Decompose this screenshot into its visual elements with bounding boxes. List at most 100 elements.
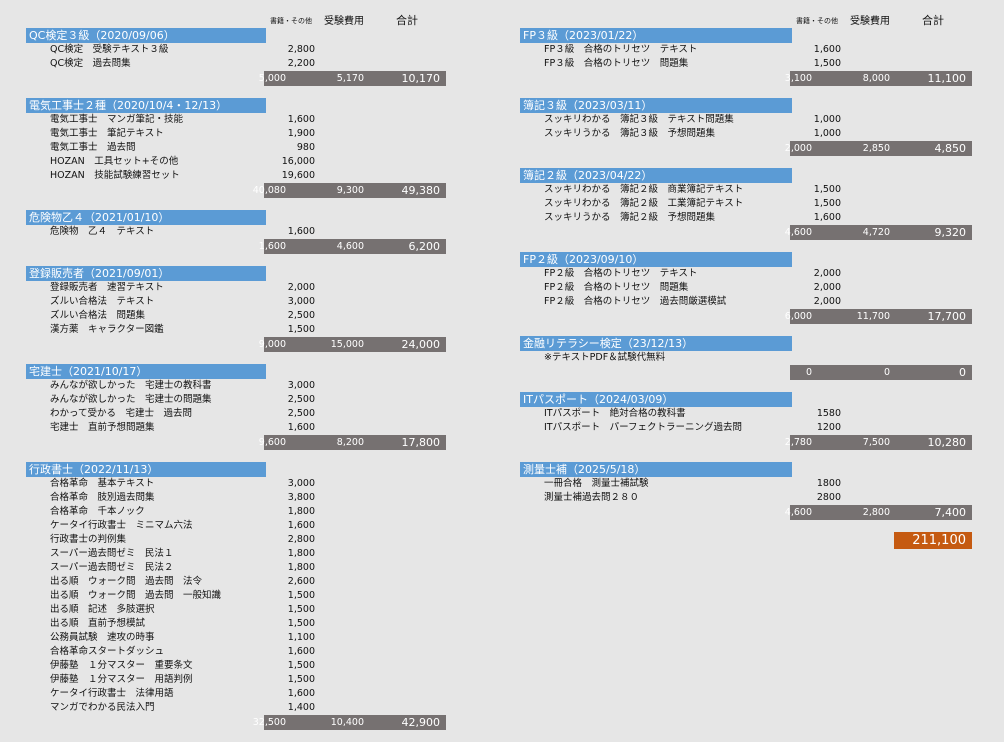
item-row: スーパー過去問ゼミ 民法２ 1,800: [26, 561, 446, 575]
exam-section: FP２級（2023/09/10） FP２級 合格のトリセツ テキスト 2,000 FP…: [520, 252, 972, 324]
exam-section: FP３級（2023/01/22） FP３級 合格のトリセツ テキスト 1,600 FP…: [520, 28, 972, 86]
section-title: 電気工事士２種（2020/10/4・12/13）: [26, 98, 266, 113]
item-name: 宅建士 直前予想問題集: [50, 422, 155, 433]
exam-section: 行政書士（2022/11/13） 合格革命 基本テキスト 3,000 合格革命 肢別過…: [26, 462, 446, 730]
item-row: 漢方薬 キャラクター図鑑 1,500: [26, 323, 446, 337]
item-row: 電気工事士 過去問 980: [26, 141, 446, 155]
item-name: スッキリわかる 簿記３級 テキスト問題集: [544, 114, 734, 125]
item-price: 1,500: [287, 324, 315, 335]
subtotal-fee: 0: [883, 367, 890, 378]
item-row: 合格革命スタートダッシュ 1,600: [26, 645, 446, 659]
item-name: スッキリわかる 簿記２級 商業簿記テキスト: [544, 184, 744, 195]
subtotal-books: 4,600: [784, 227, 812, 238]
subtotal-fee: 2,800: [862, 507, 890, 518]
exam-section: 測量士補（2025/5/18） 一冊合格 測量士補試験 1800 測量士補過去問２８０…: [520, 462, 972, 520]
subtotal-books: 6,000: [784, 311, 812, 322]
subtotal-total: 10,170: [401, 72, 441, 85]
item-row: 電気工事士 筆記テキスト 1,900: [26, 127, 446, 141]
exam-section: 電気工事士２種（2020/10/4・12/13） 電気工事士 マンガ筆記・技能 1,…: [26, 98, 446, 198]
item-name: 出る順 ウォーク問 過去問 法令: [50, 576, 203, 587]
item-row: ケータイ行政書士 ミニマム六法 1,600: [26, 519, 446, 533]
item-price: 1,500: [813, 58, 841, 69]
item-row: 公務員試験 速攻の時事 1,100: [26, 631, 446, 645]
subtotal-books: 5,000: [258, 73, 286, 84]
item-row: HOZAN 工具セット+その他 16,000: [26, 155, 446, 169]
item-name: 合格革命 肢別過去問集: [50, 492, 155, 503]
item-row: 伊藤塾 １分マスター 重要条文 1,500: [26, 659, 446, 673]
item-row: FP２級 合格のトリセツ 過去問厳選模試 2,000: [520, 295, 972, 309]
item-name: 伊藤塾 １分マスター 重要条文: [50, 660, 193, 671]
item-price: 1,600: [287, 422, 315, 433]
subtotal-row: 4,600 4,720 9,320: [520, 225, 972, 240]
item-price: 1,400: [287, 702, 315, 713]
subtotal-total: 6,200: [408, 240, 441, 253]
item-price: 1800: [816, 478, 841, 489]
item-price: 1,000: [813, 114, 841, 125]
section-title: 登録販売者（2021/09/01）: [26, 266, 266, 281]
item-price: 2,000: [813, 296, 841, 307]
item-row: 出る順 ウォーク問 過去問 法令 2,600: [26, 575, 446, 589]
item-price: 1,600: [813, 44, 841, 55]
item-price: 980: [296, 142, 315, 153]
column-header: 書籍・その他 受験費用 合計: [26, 0, 446, 28]
subtotal-books: 1,600: [258, 241, 286, 252]
exam-section: 簿記３級（2023/03/11） スッキリわかる 簿記３級 テキスト問題集 1,00…: [520, 98, 972, 156]
exam-section: ITパスポート（2024/03/09） ITパスポート 絶対合格の教科書 1580 I…: [520, 392, 972, 450]
item-price: 1,600: [813, 212, 841, 223]
item-row: 出る順 ウォーク問 過去問 一般知識 1,500: [26, 589, 446, 603]
section-title: 金融リテラシー検定（23/12/13）: [520, 336, 792, 351]
item-row: ケータイ行政書士 法律用語 1,600: [26, 687, 446, 701]
section-title: FP２級（2023/09/10）: [520, 252, 792, 267]
fee-header: 受験費用: [324, 16, 364, 27]
item-row: 危険物 乙４ テキスト 1,600: [26, 225, 446, 239]
item-row: スーパー過去問ゼミ 民法１ 1,800: [26, 547, 446, 561]
subtotal-row: 32,500 10,400 42,900: [26, 715, 446, 730]
fee-header: 受験費用: [850, 16, 890, 27]
subtotal-fee: 5,170: [336, 73, 364, 84]
item-row: HOZAN 技能試験練習セット 19,600: [26, 169, 446, 183]
item-row: QC検定 過去問集 2,200: [26, 57, 446, 71]
subtotal-total: 7,400: [934, 506, 967, 519]
section-title: 行政書士（2022/11/13）: [26, 462, 266, 477]
subtotal-fee: 4,600: [336, 241, 364, 252]
subtotal-total: 0: [959, 366, 966, 379]
item-price: 1,600: [287, 520, 315, 531]
item-price: 1,500: [813, 198, 841, 209]
subtotal-row: 6,000 11,700 17,700: [520, 309, 972, 324]
item-row: FP２級 合格のトリセツ テキスト 2,000: [520, 267, 972, 281]
left-column: 書籍・その他 受験費用 合計 QC検定３級（2020/09/06） QC検定 受験…: [26, 0, 446, 742]
subtotal-total: 17,800: [401, 436, 441, 449]
item-name: 電気工事士 過去問: [50, 142, 136, 153]
item-name: ズルい合格法 問題集: [50, 310, 146, 321]
item-price: 1,000: [813, 128, 841, 139]
item-name: FP２級 合格のトリセツ テキスト: [544, 268, 698, 279]
right-sections: FP３級（2023/01/22） FP３級 合格のトリセツ テキスト 1,600 FP…: [520, 28, 972, 520]
item-row: 一冊合格 測量士補試験 1800: [520, 477, 972, 491]
item-price: 1,900: [287, 128, 315, 139]
grand-total: 211,100: [894, 532, 972, 549]
subtotal-fee: 11,700: [856, 311, 890, 322]
subtotal-books: 40,080: [252, 185, 286, 196]
subtotal-books: 2,780: [784, 437, 812, 448]
item-price: 19,600: [281, 170, 315, 181]
item-row: 伊藤塾 １分マスター 用語判例 1,500: [26, 673, 446, 687]
exam-section: 簿記２級（2023/04/22） スッキリわかる 簿記２級 商業簿記テキスト 1,5…: [520, 168, 972, 240]
section-title: ITパスポート（2024/03/09）: [520, 392, 792, 407]
exam-section: QC検定３級（2020/09/06） QC検定 受験テキスト３級 2,800 QC検定…: [26, 28, 446, 86]
item-row: 登録販売者 速習テキスト 2,000: [26, 281, 446, 295]
item-price: 3,800: [287, 492, 315, 503]
item-name: スーパー過去問ゼミ 民法２: [50, 562, 174, 573]
item-row: 電気工事士 マンガ筆記・技能 1,600: [26, 113, 446, 127]
item-name: 電気工事士 マンガ筆記・技能: [50, 114, 184, 125]
subtotal-row: 2,780 7,500 10,280: [520, 435, 972, 450]
item-row: わかって受かる 宅建士 過去問 2,500: [26, 407, 446, 421]
item-price: 3,000: [287, 296, 315, 307]
item-name: FP２級 合格のトリセツ 問題集: [544, 282, 689, 293]
item-name: スッキリわかる 簿記２級 工業簿記テキスト: [544, 198, 744, 209]
item-price: 1,600: [287, 688, 315, 699]
item-price: 1,800: [287, 506, 315, 517]
item-row: FP３級 合格のトリセツ 問題集 1,500: [520, 57, 972, 71]
item-price: 2,800: [287, 44, 315, 55]
item-name: FP２級 合格のトリセツ 過去問厳選模試: [544, 296, 727, 307]
item-name: ズルい合格法 テキスト: [50, 296, 155, 307]
